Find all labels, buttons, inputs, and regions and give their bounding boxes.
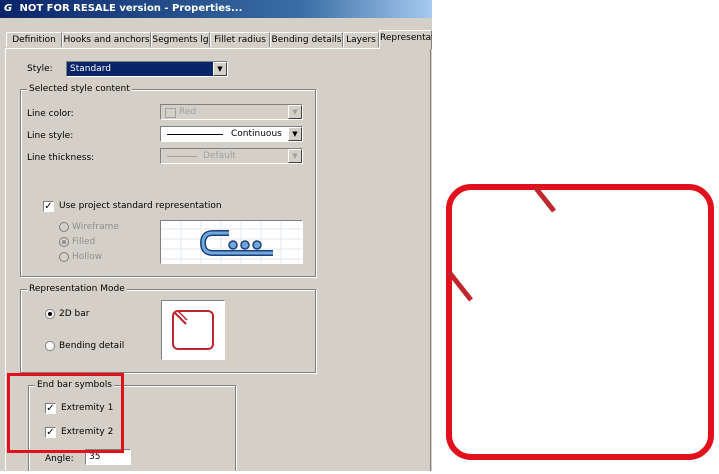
properties-dialog: G NOT FOR RESALE version - Properties...… <box>0 0 432 471</box>
bending-detail-radio[interactable] <box>45 341 55 351</box>
line-sample-icon <box>167 134 223 135</box>
bar-shape-view <box>440 175 719 471</box>
line-thickness-value: Default <box>203 151 236 161</box>
chevron-down-icon: ▼ <box>213 62 227 76</box>
tab-fillet-radius[interactable]: Fillet radius <box>210 32 270 47</box>
chevron-down-icon: ▼ <box>288 127 302 141</box>
tab-hooks-and-anchors[interactable]: Hooks and anchors <box>62 32 151 47</box>
hollow-label: Hollow <box>72 252 103 262</box>
tab-layers[interactable]: Layers <box>343 32 379 47</box>
filled-radio[interactable] <box>59 237 69 247</box>
2d-bar-radio[interactable] <box>45 309 55 319</box>
line-thickness-label: Line thickness: <box>27 153 95 163</box>
window-title: NOT FOR RESALE version - Properties... <box>19 3 243 14</box>
style-select[interactable]: Standard ▼ <box>66 61 228 77</box>
tab-definition[interactable]: Definition <box>6 32 62 47</box>
style-value: Standard <box>70 64 111 74</box>
line-style-value: Continuous <box>231 129 282 139</box>
line-thickness-select[interactable]: Default ▼ <box>160 148 303 164</box>
highlight-box <box>7 373 124 453</box>
app-icon: G <box>4 3 13 14</box>
use-project-label: Use project standard representation <box>59 201 222 211</box>
selected-style-title: Selected style content <box>27 83 132 95</box>
style-label: Style: <box>27 64 53 74</box>
chevron-down-icon: ▼ <box>288 149 302 163</box>
tab-strip: Definition Hooks and anchors Segments lg… <box>6 30 432 49</box>
color-swatch <box>165 108 176 118</box>
line-style-select[interactable]: Continuous ▼ <box>160 126 303 142</box>
use-project-checkbox[interactable]: ✓ <box>43 201 54 212</box>
line-color-select[interactable]: Red ▼ <box>160 104 303 120</box>
line-color-value: Red <box>179 107 197 117</box>
tab-bending-details[interactable]: Bending details <box>270 32 343 47</box>
line-style-label: Line style: <box>27 131 74 141</box>
bar-shape-drawing <box>446 184 714 460</box>
rebar-style-preview <box>160 220 303 264</box>
tab-representation[interactable]: Representation <box>379 30 432 49</box>
hollow-radio[interactable] <box>59 252 69 262</box>
title-bar[interactable]: G NOT FOR RESALE version - Properties... <box>0 0 432 18</box>
filled-label: Filled <box>72 237 96 247</box>
representation-mode-title: Representation Mode <box>27 283 127 295</box>
angle-label: Angle: <box>45 454 74 464</box>
rebar-hook-icon <box>161 221 302 263</box>
bar-preview-icon <box>172 310 214 350</box>
tab-segments-lg[interactable]: Segments lg <box>151 32 210 47</box>
wireframe-radio[interactable] <box>59 222 69 232</box>
wireframe-label: Wireframe <box>72 222 119 232</box>
2d-bar-label: 2D bar <box>59 309 90 319</box>
thickness-sample-icon <box>167 156 197 157</box>
chevron-down-icon: ▼ <box>288 105 302 119</box>
2d-bar-preview <box>161 300 225 360</box>
bending-detail-label: Bending detail <box>59 341 125 351</box>
line-color-label: Line color: <box>27 109 74 119</box>
